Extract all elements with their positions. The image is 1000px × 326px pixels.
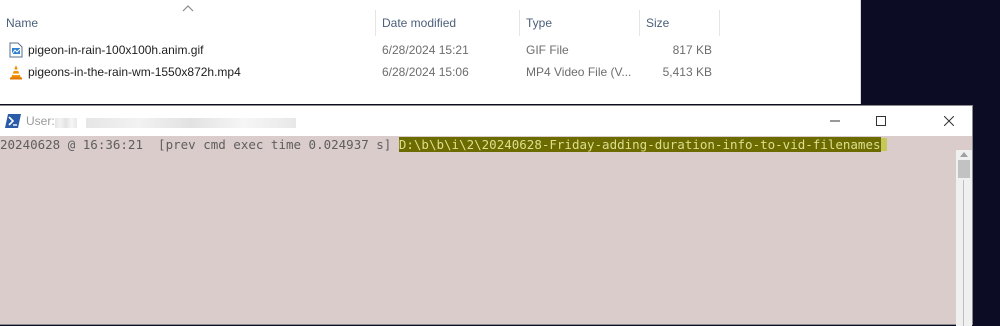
maximize-button[interactable]	[858, 106, 904, 136]
file-name: pigeon-in-rain-100x100h.anim.gif	[28, 43, 204, 57]
file-date-modified: 6/28/2024 15:21	[382, 43, 469, 57]
column-header-date-modified[interactable]: Date modified	[376, 10, 520, 36]
terminal-prompt-line[interactable]: 20240628 @ 16:36:21 [prev cmd exec time …	[0, 137, 887, 153]
file-explorer-window: Name Date modified Type Size pigeon-in-r…	[0, 0, 861, 104]
prompt-path: D:\b\b\i\2\20240628-Friday-adding-durati…	[398, 137, 881, 152]
file-row[interactable]: pigeons-in-the-rain-wm-1550x872h.mp4 6/2…	[0, 62, 860, 82]
file-type: MP4 Video File (V...	[526, 65, 632, 79]
scroll-up-arrow-icon[interactable]	[960, 151, 968, 157]
file-size: 5,413 KB	[662, 65, 712, 79]
file-row[interactable]: pigeon-in-rain-100x100h.anim.gif 6/28/20…	[0, 40, 860, 60]
close-icon	[944, 116, 954, 126]
terminal-title-bar[interactable]: User:	[0, 106, 972, 136]
vertical-scrollbar[interactable]	[956, 150, 972, 326]
minimize-icon	[830, 120, 840, 122]
column-header-name[interactable]: Name	[0, 10, 376, 36]
powershell-icon	[5, 114, 21, 128]
gif-image-file-icon	[9, 42, 23, 58]
file-date-modified: 6/28/2024 15:06	[382, 65, 469, 79]
minimize-button[interactable]	[812, 106, 858, 136]
file-type: GIF File	[526, 43, 569, 57]
text-cursor	[880, 138, 887, 151]
column-header-size[interactable]: Size	[640, 10, 720, 36]
window-title: User:	[26, 114, 55, 128]
file-name: pigeons-in-the-rain-wm-1550x872h.mp4	[28, 65, 241, 79]
powershell-terminal-window[interactable]: User: 20240628 @ 16:36:21 [prev cmd exec…	[0, 105, 973, 326]
maximize-icon	[876, 116, 886, 126]
column-header-type[interactable]: Type	[520, 10, 640, 36]
scrollbar-track	[963, 180, 964, 326]
prompt-info: 20240628 @ 16:36:21 [prev cmd exec time …	[0, 137, 399, 152]
close-button[interactable]	[926, 106, 972, 136]
file-size: 817 KB	[672, 43, 712, 57]
redacted-title-text	[86, 118, 296, 128]
scrollbar-thumb[interactable]	[958, 160, 970, 178]
redacted-title-text	[55, 118, 77, 128]
vlc-media-file-icon	[10, 65, 22, 80]
